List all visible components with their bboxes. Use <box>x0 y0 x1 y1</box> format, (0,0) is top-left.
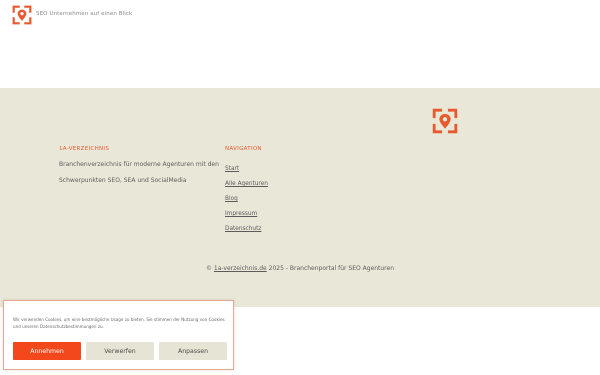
site-tagline: SEO Unternehmen auf einen Blick <box>36 10 133 17</box>
site-footer: 1A-VERZEICHNIS Branchenverzeichnis für m… <box>0 88 600 307</box>
cookie-consent-text: Wir verwenden Cookies, um eine bestmögli… <box>13 316 227 330</box>
copyright-site-link[interactable]: 1a-verzeichnis.de <box>214 265 267 272</box>
nav-link-start[interactable]: Start <box>225 166 239 172</box>
cookie-text-line: und unseren Datenschutzbestimmungen zu. <box>13 324 104 329</box>
copyright-suffix: 2025 - Branchenportal für SEO Agenturen <box>266 265 395 272</box>
about-heading: 1A-VERZEICHNIS <box>59 146 110 152</box>
brand-home-link[interactable]: SEO Unternehmen auf einen Blick <box>12 5 132 25</box>
nav-link-blog[interactable]: Blog <box>225 196 238 202</box>
nav-link-all-agencies[interactable]: Alle Agenturen <box>225 181 268 187</box>
customize-cookies-button[interactable]: Anpassen <box>159 342 227 360</box>
nav-item-start: Start <box>225 161 268 176</box>
cookie-text-line: Wir verwenden Cookies, um eine bestmögli… <box>13 317 225 322</box>
reject-cookies-button[interactable]: Verwerfen <box>86 342 154 360</box>
nav-item-blog: Blog <box>225 191 268 206</box>
about-description-line: Branchenverzeichnis für moderne Agenture… <box>59 161 219 168</box>
footer-navigation: Start Alle Agenturen Blog Impressum Date… <box>225 161 268 236</box>
cookie-banner: Wir verwenden Cookies, um eine bestmögli… <box>3 300 234 370</box>
nav-link-imprint[interactable]: Impressum <box>225 211 257 217</box>
nav-item-imprint: Impressum <box>225 206 268 221</box>
about-description-line: Schwerpunkten SEO, SEA und SocialMedia <box>59 177 187 184</box>
copyright: © 1a-verzeichnis.de 2025 - Branchenporta… <box>0 265 600 272</box>
accept-cookies-button[interactable]: Annehmen <box>13 342 81 360</box>
navigation-heading: NAVIGATION <box>225 146 262 152</box>
nav-item-all-agencies: Alle Agenturen <box>225 176 268 191</box>
nav-link-privacy[interactable]: Datenschutz <box>225 226 261 232</box>
page: SEO Unternehmen auf einen Blick 1A-VERZE… <box>0 0 600 375</box>
copyright-prefix: © <box>205 265 214 272</box>
site-header: SEO Unternehmen auf einen Blick <box>0 0 600 88</box>
location-pin-frame-icon <box>12 5 32 25</box>
location-pin-frame-icon <box>432 108 458 134</box>
nav-item-privacy: Datenschutz <box>225 221 268 236</box>
